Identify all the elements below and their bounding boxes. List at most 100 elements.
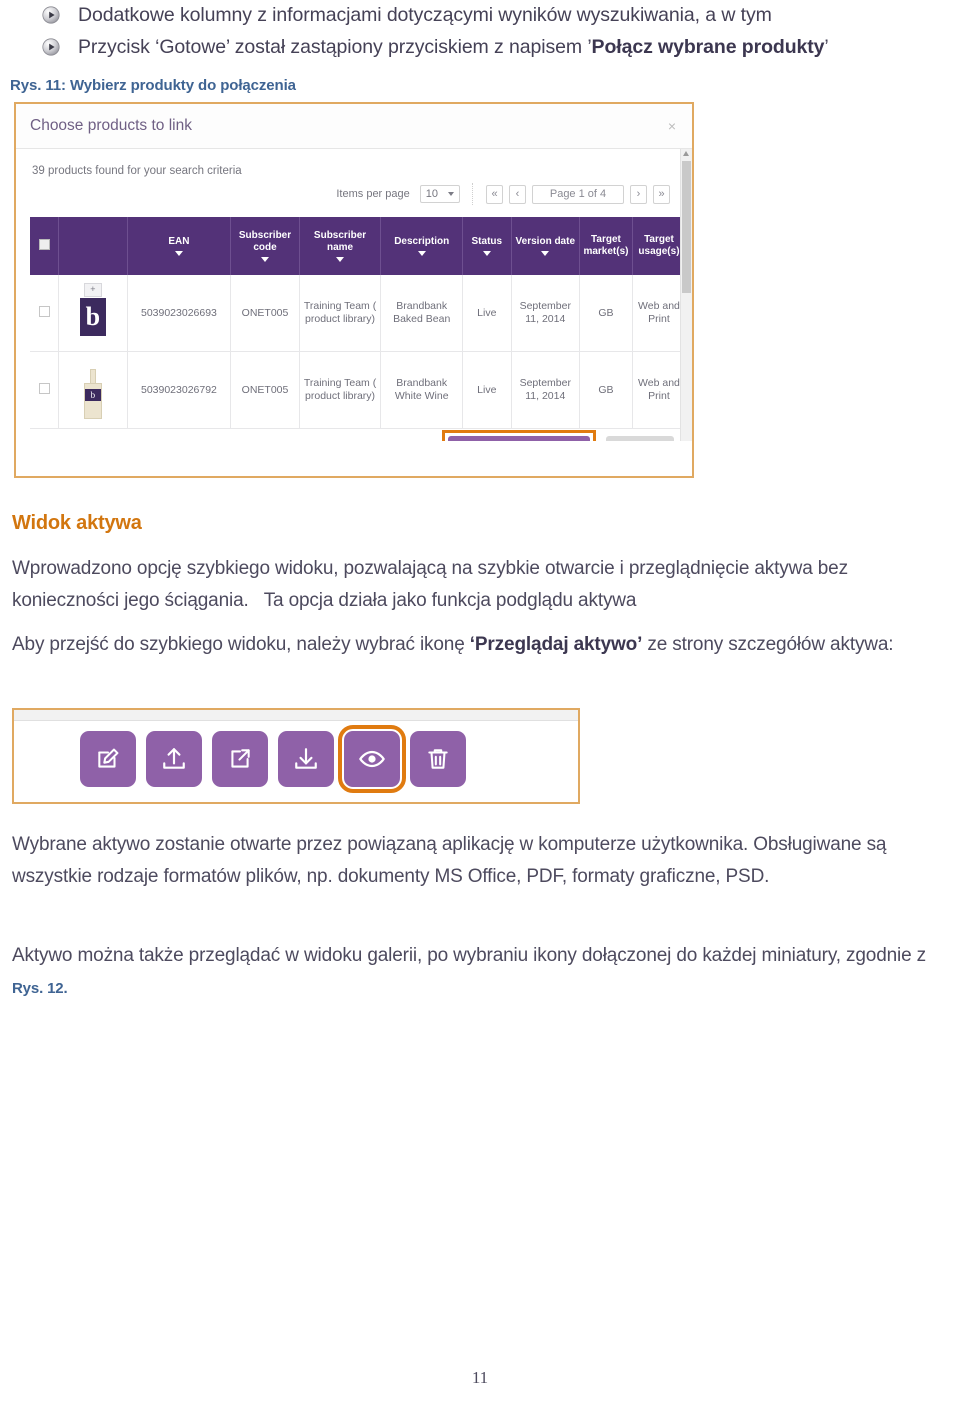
- trash-delete-icon[interactable]: [410, 731, 466, 787]
- last-page-button[interactable]: »: [653, 184, 670, 204]
- cell-subscriber-code: ONET005: [230, 351, 300, 429]
- next-page-button[interactable]: ›: [630, 184, 647, 204]
- upload-icon[interactable]: [146, 731, 202, 787]
- toolbar-top-strip: [14, 710, 578, 721]
- dialog-footer: Link selected products Cancel: [16, 429, 692, 441]
- select-all-header[interactable]: [30, 217, 60, 275]
- table-row[interactable]: b 5039023026792 ONET005 Training Team ( …: [30, 351, 687, 429]
- paragraph-supported-formats: Wybrane aktywo zostanie otwarte przez po…: [12, 829, 942, 893]
- open-external-icon[interactable]: [212, 731, 268, 787]
- dialog-body: 39 products found for your search criter…: [16, 149, 692, 441]
- expand-plus-icon[interactable]: +: [83, 283, 102, 297]
- column-label: Target usage(s): [638, 234, 680, 257]
- column-label: Version date: [515, 236, 576, 247]
- page-number: 11: [471, 1368, 489, 1387]
- column-label: Target market(s): [583, 234, 629, 257]
- document-page: Dodatkowe kolumny z informacjami dotyczą…: [0, 0, 960, 1415]
- edit-icon[interactable]: [80, 731, 136, 787]
- page-indicator: Page 1 of 4: [532, 184, 624, 204]
- items-per-page-select[interactable]: 10: [419, 185, 460, 203]
- dialog-titlebar: Choose products to link ×: [16, 104, 692, 149]
- figure-12-reference-link[interactable]: Rys. 12.: [12, 980, 68, 997]
- row-select-cell[interactable]: [30, 351, 60, 429]
- column-label: Subscriber code: [238, 230, 292, 253]
- cell-subscriber-name: Training Team ( product library): [299, 351, 382, 429]
- row-checkbox[interactable]: [38, 382, 50, 394]
- link-selected-products-button[interactable]: Link selected products: [447, 436, 591, 441]
- sort-chevron-icon[interactable]: [261, 257, 270, 262]
- column-header-description[interactable]: Description: [380, 217, 464, 275]
- paragraph-text-b: ze strony szczegółów aktywa:: [642, 634, 894, 655]
- close-icon[interactable]: ×: [666, 118, 678, 134]
- list-item: Dodatkowe kolumny z informacjami dotyczą…: [42, 2, 942, 28]
- figure-asset-toolbar-screenshot: [12, 708, 580, 804]
- list-item: Przycisk ‘Gotowe’ został zastąpiony przy…: [42, 34, 942, 60]
- table-header-row: EAN Subscriber code Subscriber name Desc…: [30, 217, 687, 275]
- row-checkbox[interactable]: [38, 305, 50, 317]
- cell-target-market: GB: [579, 351, 633, 429]
- cell-status: Live: [462, 275, 512, 352]
- cancel-button[interactable]: Cancel: [606, 436, 674, 441]
- figure-11-caption: Rys. 11: Wybierz produkty do połączenia: [10, 77, 296, 94]
- play-circle-bullet-icon: [42, 38, 60, 56]
- row-select-cell[interactable]: [30, 275, 60, 352]
- bullet-list: Dodatkowe kolumny z informacjami dotyczą…: [42, 2, 942, 66]
- white-wine-bottle-thumbnail[interactable]: b: [71, 361, 115, 419]
- bullet-text-1-prefix: Przycisk ‘Gotowe’ został zastąpiony przy…: [78, 36, 592, 58]
- products-table: EAN Subscriber code Subscriber name Desc…: [30, 217, 687, 429]
- column-header-subscriber-code[interactable]: Subscriber code: [230, 217, 300, 275]
- sort-chevron-icon[interactable]: [417, 251, 426, 256]
- first-page-button[interactable]: «: [486, 184, 503, 204]
- results-count-text: 39 products found for your search criter…: [32, 165, 242, 177]
- cell-description: Brandbank White Wine: [380, 351, 464, 429]
- choose-products-dialog: Choose products to link × 39 products fo…: [16, 104, 692, 476]
- pager-divider: [472, 183, 474, 205]
- eye-preview-icon[interactable]: [338, 725, 406, 793]
- column-header-status[interactable]: Status: [462, 217, 512, 275]
- bullet-text-1-bold: Połącz wybrane produkty: [591, 36, 825, 58]
- figure-11-screenshot: Choose products to link × 39 products fo…: [14, 102, 694, 478]
- column-header-target-markets: Target market(s): [579, 217, 633, 275]
- column-label: Status: [471, 236, 503, 247]
- cell-version-date: September 11, 2014: [511, 275, 580, 352]
- bottle-label: b: [84, 389, 101, 401]
- table-row[interactable]: + b 5039023026693 ONET005 Training Team …: [30, 275, 687, 352]
- dialog-scrollbar[interactable]: [680, 149, 692, 441]
- select-all-checkbox[interactable]: [38, 238, 50, 250]
- row-thumbnail-cell: b: [58, 351, 128, 429]
- bullet-text-0: Dodatkowe kolumny z informacjami dotyczą…: [78, 4, 772, 26]
- items-per-page-value: 10: [425, 188, 438, 200]
- cell-ean: 5039023026693: [127, 275, 232, 352]
- thumbnail-image: b: [75, 292, 110, 342]
- cell-description: Brandbank Baked Bean: [380, 275, 464, 352]
- play-circle-bullet-icon: [42, 6, 60, 24]
- cell-target-usage: Web and Print: [632, 351, 687, 429]
- brandbank-b-logo-thumbnail[interactable]: + b: [71, 283, 115, 342]
- scrollbar-thumb[interactable]: [682, 161, 691, 293]
- column-label: EAN: [168, 236, 190, 247]
- scroll-up-arrow-icon[interactable]: [683, 151, 689, 156]
- dialog-title: Choose products to link: [30, 117, 192, 134]
- column-header-ean[interactable]: EAN: [127, 217, 232, 275]
- column-header-version-date[interactable]: Version date: [511, 217, 580, 275]
- wine-bottle-graphic: b: [83, 369, 102, 419]
- asset-action-toolbar: [14, 721, 578, 793]
- download-icon[interactable]: [278, 731, 334, 787]
- row-thumbnail-cell: + b: [58, 275, 128, 352]
- paragraph-text-b: Ta opcja działa jako funkcja podglądu ak…: [263, 590, 637, 611]
- sort-chevron-icon[interactable]: [541, 251, 550, 256]
- sort-chevron-icon[interactable]: [336, 257, 345, 262]
- paragraph-text: Aktywo można także przeglądać w widoku g…: [12, 945, 927, 966]
- column-header-subscriber-name[interactable]: Subscriber name: [299, 217, 382, 275]
- paragraph-text-bold: ‘Przeglądaj aktywo’: [469, 634, 643, 655]
- cell-target-usage: Web and Print: [632, 275, 687, 352]
- sort-chevron-icon[interactable]: [174, 251, 183, 256]
- cell-subscriber-code: ONET005: [230, 275, 300, 352]
- prev-page-button[interactable]: ‹: [509, 184, 526, 204]
- thumbnail-image: b: [75, 369, 110, 419]
- paragraph-text: Wybrane aktywo zostanie otwarte przez po…: [12, 834, 887, 887]
- brandbank-logo: b: [79, 298, 106, 336]
- paragraph-text-a: Aby przejść do szybkiego widoku, należy …: [12, 634, 470, 655]
- sort-chevron-icon[interactable]: [482, 251, 491, 256]
- column-header-target-usages: Target usage(s): [632, 217, 687, 275]
